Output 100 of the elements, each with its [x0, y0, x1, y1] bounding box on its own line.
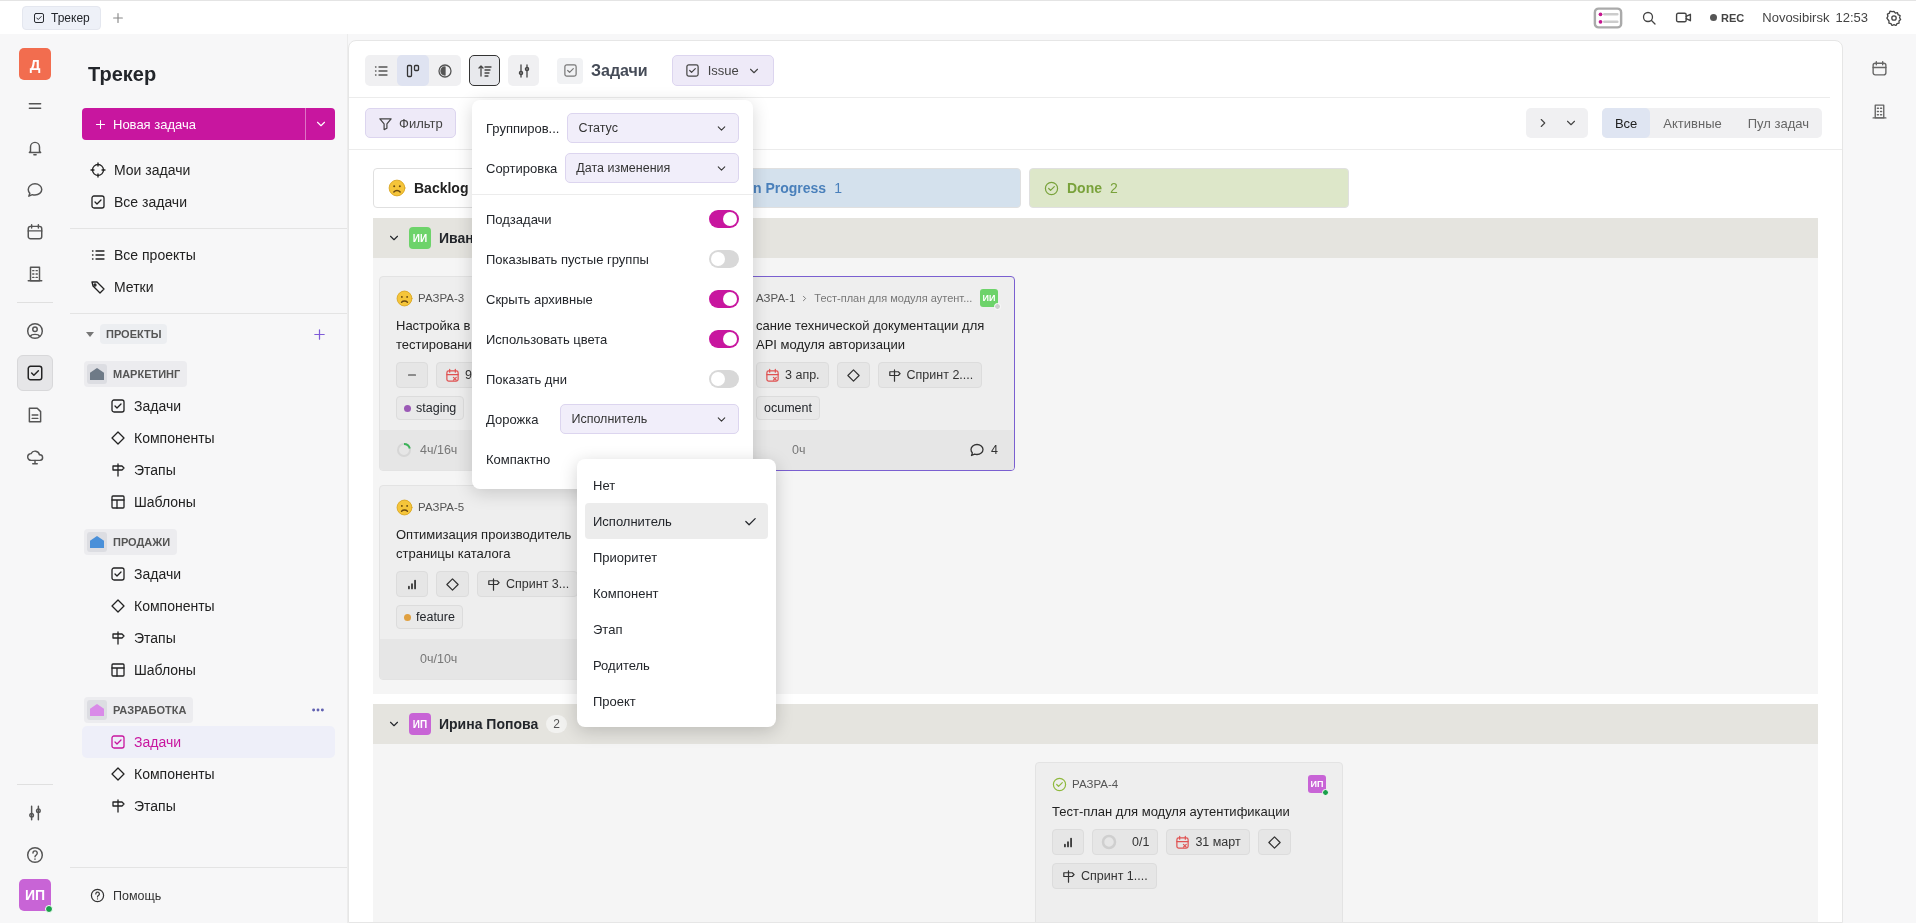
time-tracked: 0ч/10ч: [420, 652, 458, 666]
calendar-icon: [1175, 834, 1191, 850]
setting-label: Дорожка: [486, 411, 539, 427]
sidebar-item[interactable]: Шаблоны: [82, 486, 335, 518]
component-chip[interactable]: [836, 362, 870, 388]
toggle-switch[interactable]: [709, 290, 739, 308]
sidebar-item[interactable]: Компоненты: [82, 422, 335, 454]
toggle-switch[interactable]: [709, 330, 739, 348]
collapse-triangle-icon[interactable]: [86, 331, 94, 337]
component-chip[interactable]: [436, 571, 469, 597]
setting-label: Показать дни: [486, 371, 567, 387]
building-button[interactable]: [1871, 103, 1888, 120]
sidebar-item[interactable]: Компоненты: [82, 758, 335, 790]
filter-tab[interactable]: Активные: [1650, 108, 1735, 138]
settings-icon: [1886, 9, 1902, 26]
calendar-icon: [26, 223, 44, 241]
project-heading[interactable]: МАРКЕТИНГ: [84, 361, 188, 387]
setting-label: Скрыть архивные: [486, 291, 593, 307]
search-button[interactable]: [1641, 9, 1658, 26]
column-count: 2: [1110, 180, 1118, 196]
sidebar-item[interactable]: Этапы: [82, 622, 335, 654]
setting-select[interactable]: Исполнитель: [560, 404, 739, 434]
sidebar-item[interactable]: Шаблоны: [82, 654, 335, 686]
task-key: РАЗРА-5: [418, 501, 465, 513]
settings-button[interactable]: [1886, 9, 1902, 26]
sprint-chip[interactable]: Спринт 2....: [877, 362, 983, 388]
menu-option[interactable]: Исполнитель: [585, 503, 768, 539]
priority-chip[interactable]: [1052, 829, 1084, 855]
issue-type-dropdown[interactable]: Issue: [671, 55, 774, 86]
sidebar-item[interactable]: Все проекты: [82, 239, 335, 271]
record-indicator[interactable]: REC: [1710, 11, 1745, 24]
calendar-button[interactable]: [1871, 60, 1888, 77]
signpost-icon: [886, 367, 902, 383]
sidebar-item[interactable]: Задачи: [82, 726, 335, 758]
sidebar-item[interactable]: Все задачи: [82, 186, 335, 218]
sidebar-item[interactable]: Задачи: [82, 390, 335, 422]
sort-button[interactable]: [469, 55, 500, 86]
sprint-chip[interactable]: Спринт 1....: [1052, 863, 1157, 889]
tag-label: feature: [396, 605, 463, 629]
subtasks-chip[interactable]: 0/1: [1092, 829, 1159, 855]
add-project-button[interactable]: [312, 326, 327, 342]
task-key: АЗРА-1: [756, 292, 796, 304]
due-date-chip[interactable]: 3 апр.: [756, 362, 829, 388]
checkbox-icon: [684, 63, 700, 78]
projects-heading[interactable]: ПРОЕКТЫ: [100, 324, 168, 344]
toggle-switch[interactable]: [709, 370, 739, 388]
diamond-icon: [110, 598, 126, 614]
sidebar-item[interactable]: Метки: [82, 271, 335, 303]
sliders-icon: [26, 804, 44, 822]
priority-chip[interactable]: [396, 571, 428, 597]
half-circle-icon: [437, 62, 453, 79]
project-heading[interactable]: ПРОДАЖИ: [84, 529, 178, 555]
view-settings-button[interactable]: [508, 55, 539, 86]
sidebar-item[interactable]: Компоненты: [82, 590, 335, 622]
sidebar-item[interactable]: Этапы: [82, 454, 335, 486]
layout-icon: [110, 662, 126, 678]
diamond-icon: [845, 367, 861, 383]
diamond-icon: [1266, 834, 1282, 850]
toggle-switch[interactable]: [709, 250, 739, 268]
progress-ring-icon: [396, 442, 412, 458]
project-heading[interactable]: РАЗРАБОТКА: [84, 697, 194, 723]
filter-tab[interactable]: Пул задач: [1734, 108, 1822, 138]
list-icon: [90, 247, 106, 263]
setting-select[interactable]: Статус: [567, 113, 739, 143]
setting-label: Группиров...: [486, 120, 560, 136]
filter-tab[interactable]: Все: [1601, 108, 1651, 138]
diamond-icon: [445, 576, 460, 592]
checkbox-button[interactable]: [17, 355, 53, 391]
parent-task[interactable]: Тест-план для модуля аутент...: [814, 292, 973, 304]
signpost-icon: [110, 630, 126, 646]
document-icon: [26, 406, 44, 424]
diamond-icon: [110, 766, 126, 782]
setting-select[interactable]: Дата изменения: [565, 153, 739, 183]
menu-option[interactable]: Проект: [585, 683, 768, 719]
component-chip[interactable]: [1257, 829, 1291, 855]
sprint-chip[interactable]: Спринт 3...: [477, 571, 579, 597]
due-date-chip[interactable]: 31 март: [1166, 829, 1250, 855]
setting-label: Подзадачи: [486, 211, 552, 227]
person-icon: [26, 322, 44, 340]
task-key: РАЗРА-3: [418, 292, 465, 304]
task-card[interactable]: РАЗРА-4 ИП Тест-план для модуля аутентификации 0/1 31 март Спринт 1....: [1035, 762, 1343, 922]
signpost-icon: [110, 798, 126, 814]
sidebar-item[interactable]: Задачи: [82, 558, 335, 590]
toggle-switch[interactable]: [709, 210, 739, 228]
check-circle-icon: [1052, 776, 1067, 792]
page-title: Задачи: [591, 61, 648, 80]
task-key: РАЗРА-4: [1072, 778, 1119, 790]
comment-icon: [969, 442, 986, 458]
building-icon: [1871, 103, 1888, 120]
sidebar-item[interactable]: Мои задачи: [82, 154, 335, 186]
app-tab[interactable]: Трекер: [22, 5, 101, 30]
sidebar-item[interactable]: Этапы: [82, 790, 335, 822]
help-link[interactable]: Помощь: [90, 888, 162, 903]
plus-icon: [110, 10, 125, 25]
setting-label: Сортировка: [486, 160, 558, 176]
task-title[interactable]: сание технической документации для API модуля авторизации: [756, 316, 998, 354]
group-name: Ирина Попова: [439, 716, 539, 732]
filter-button[interactable]: Фильтр: [365, 108, 456, 138]
task-title[interactable]: Тест-план для модуля аутентификации: [1052, 802, 1326, 821]
board-view-button[interactable]: [397, 55, 429, 86]
